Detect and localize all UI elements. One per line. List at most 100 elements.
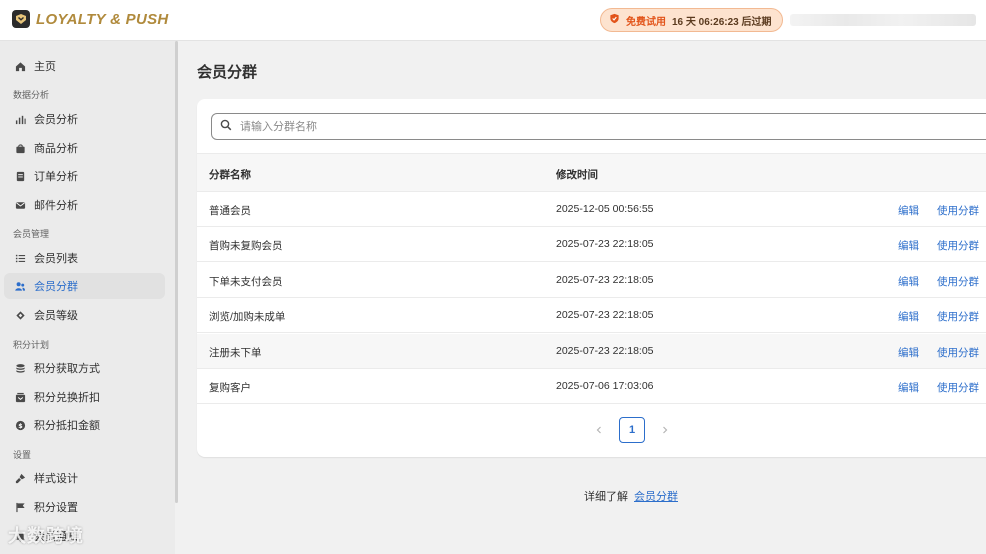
sidebar-item-points-redeem[interactable]: 积分兑换折扣 <box>4 384 165 410</box>
store-name-blurred <box>790 14 976 26</box>
sidebar-item-label: 主页 <box>34 61 56 73</box>
section-label-members: 会员管理 <box>13 229 50 239</box>
segments-card: 分群名称 修改时间 普通会员 2025-12-05 00:56:55 编辑 使用… <box>197 99 986 457</box>
bag-icon <box>14 142 26 154</box>
diamond-icon <box>14 309 26 321</box>
search-box[interactable] <box>211 113 986 140</box>
edit-link[interactable]: 编辑 <box>898 345 919 360</box>
sidebar-item-label: 邮件分析 <box>34 200 78 212</box>
sidebar-item-label: 订单分析 <box>34 171 78 183</box>
segment-name: 复购客户 <box>209 382 251 394</box>
brush-icon <box>14 472 26 484</box>
coins-icon <box>14 362 26 374</box>
logo-icon <box>12 10 30 28</box>
sidebar-item-product-analytics[interactable]: 商品分析 <box>4 135 165 161</box>
table-row: 首购未复购会员 2025-07-23 22:18:05 编辑 使用分群 <box>197 227 986 262</box>
section-label-analytics: 数据分析 <box>13 90 50 100</box>
edit-link[interactable]: 编辑 <box>898 238 919 253</box>
segment-name: 注册未下单 <box>209 347 262 359</box>
sidebar-item-member-list[interactable]: 会员列表 <box>4 245 165 271</box>
top-bar: LOYALTY & PUSH 免费试用 16 天 06:26:23 后过期 <box>0 0 986 41</box>
search-input[interactable] <box>238 119 842 134</box>
list-icon <box>14 252 26 264</box>
trial-free-label: 免费试用 <box>626 16 666 28</box>
sidebar-scrollbar[interactable] <box>175 41 178 503</box>
sidebar-item-member-analytics[interactable]: 会员分析 <box>4 106 165 132</box>
use-segment-link[interactable]: 使用分群 <box>937 238 979 253</box>
brand-name: LOYALTY & PUSH <box>36 10 169 28</box>
sidebar-item-member-segments[interactable]: 会员分群 <box>4 273 165 299</box>
segment-name: 浏览/加购未成单 <box>209 311 286 323</box>
column-header-modified: 修改时间 <box>556 169 598 181</box>
table-row: 下单未支付会员 2025-07-23 22:18:05 编辑 使用分群 <box>197 263 986 298</box>
shield-icon <box>609 13 620 27</box>
sidebar-item-label: 商品分析 <box>34 143 78 155</box>
use-segment-link[interactable]: 使用分群 <box>937 274 979 289</box>
edit-link[interactable]: 编辑 <box>898 309 919 324</box>
sidebar-item-label: 样式设计 <box>34 473 78 485</box>
table-header: 分群名称 修改时间 <box>197 153 986 192</box>
sidebar-item-points-deduct[interactable]: $ 积分抵扣金额 <box>4 412 165 438</box>
sidebar-item-label: 会员等级 <box>34 310 78 322</box>
use-segment-link[interactable]: 使用分群 <box>937 345 979 360</box>
sidebar-item-label: 积分兑换折扣 <box>34 392 100 404</box>
pagination: 1 <box>197 417 986 443</box>
sidebar-item-label: 会员列表 <box>34 253 78 265</box>
dollar-icon: $ <box>14 419 26 431</box>
modified-time: 2025-07-23 22:18:05 <box>556 238 654 250</box>
table-row: 复购客户 2025-07-06 17:03:06 编辑 使用分群 <box>197 369 986 404</box>
mail-icon <box>14 199 26 211</box>
learn-more-text: 详细了解 <box>584 491 628 503</box>
home-icon <box>14 60 26 72</box>
sidebar-item-points-settings[interactable]: 积分设置 <box>4 494 165 520</box>
app-logo[interactable]: LOYALTY & PUSH <box>12 10 169 28</box>
edit-link[interactable]: 编辑 <box>898 274 919 289</box>
prev-page-button[interactable] <box>586 417 612 443</box>
sidebar-item-points-earn[interactable]: 积分获取方式 <box>4 355 165 381</box>
bar-chart-icon <box>14 113 26 125</box>
sidebar-item-label: 会员分析 <box>34 114 78 126</box>
use-segment-link[interactable]: 使用分群 <box>937 203 979 218</box>
section-label-points: 积分计划 <box>13 340 50 350</box>
table-row: 浏览/加购未成单 2025-07-23 22:18:05 编辑 使用分群 <box>197 298 986 333</box>
chevron-left-icon <box>596 426 601 434</box>
sidebar-item-order-analytics[interactable]: 订单分析 <box>4 163 165 189</box>
trial-countdown: 16 天 06:26:23 后过期 <box>672 16 772 28</box>
table-row: 注册未下单 2025-07-23 22:18:05 编辑 使用分群 <box>197 334 986 369</box>
modified-time: 2025-07-06 17:03:06 <box>556 380 654 392</box>
sidebar-item-email-analytics[interactable]: 邮件分析 <box>4 192 165 218</box>
gift-card-icon <box>14 391 26 403</box>
table-row: 普通会员 2025-12-05 00:56:55 编辑 使用分群 <box>197 192 986 227</box>
edit-link[interactable]: 编辑 <box>898 203 919 218</box>
search-icon <box>220 119 232 134</box>
sidebar-item-style-design[interactable]: 样式设计 <box>4 465 165 491</box>
receipt-icon <box>14 170 26 182</box>
users-icon <box>14 280 26 292</box>
page-number-button[interactable]: 1 <box>619 417 645 443</box>
segment-name: 首购未复购会员 <box>209 240 283 252</box>
segment-name: 下单未支付会员 <box>209 276 283 288</box>
watermark: 大数跨境 <box>8 526 84 546</box>
next-page-button[interactable] <box>652 417 678 443</box>
modified-time: 2025-07-23 22:18:05 <box>556 274 654 286</box>
learn-more-link[interactable]: 会员分群 <box>634 491 678 503</box>
sidebar-item-label: 积分获取方式 <box>34 363 100 375</box>
sidebar-item-home[interactable]: 主页 <box>4 53 165 79</box>
section-label-settings: 设置 <box>13 450 32 460</box>
trial-badge[interactable]: 免费试用 16 天 06:26:23 后过期 <box>600 8 783 32</box>
column-header-name: 分群名称 <box>209 169 251 181</box>
sidebar-item-label: 积分抵扣金额 <box>34 420 100 432</box>
page-title: 会员分群 <box>197 64 258 81</box>
edit-link[interactable]: 编辑 <box>898 380 919 395</box>
sidebar-item-label: 积分设置 <box>34 502 78 514</box>
segment-name: 普通会员 <box>209 205 251 217</box>
learn-more: 详细了解 会员分群 <box>584 488 678 504</box>
modified-time: 2025-07-23 22:18:05 <box>556 345 654 357</box>
chevron-right-icon <box>663 426 668 434</box>
flag-icon <box>14 501 26 513</box>
sidebar-item-member-levels[interactable]: 会员等级 <box>4 302 165 328</box>
modified-time: 2025-07-23 22:18:05 <box>556 309 654 321</box>
use-segment-link[interactable]: 使用分群 <box>937 380 979 395</box>
use-segment-link[interactable]: 使用分群 <box>937 309 979 324</box>
sidebar-item-label: 会员分群 <box>34 281 78 293</box>
